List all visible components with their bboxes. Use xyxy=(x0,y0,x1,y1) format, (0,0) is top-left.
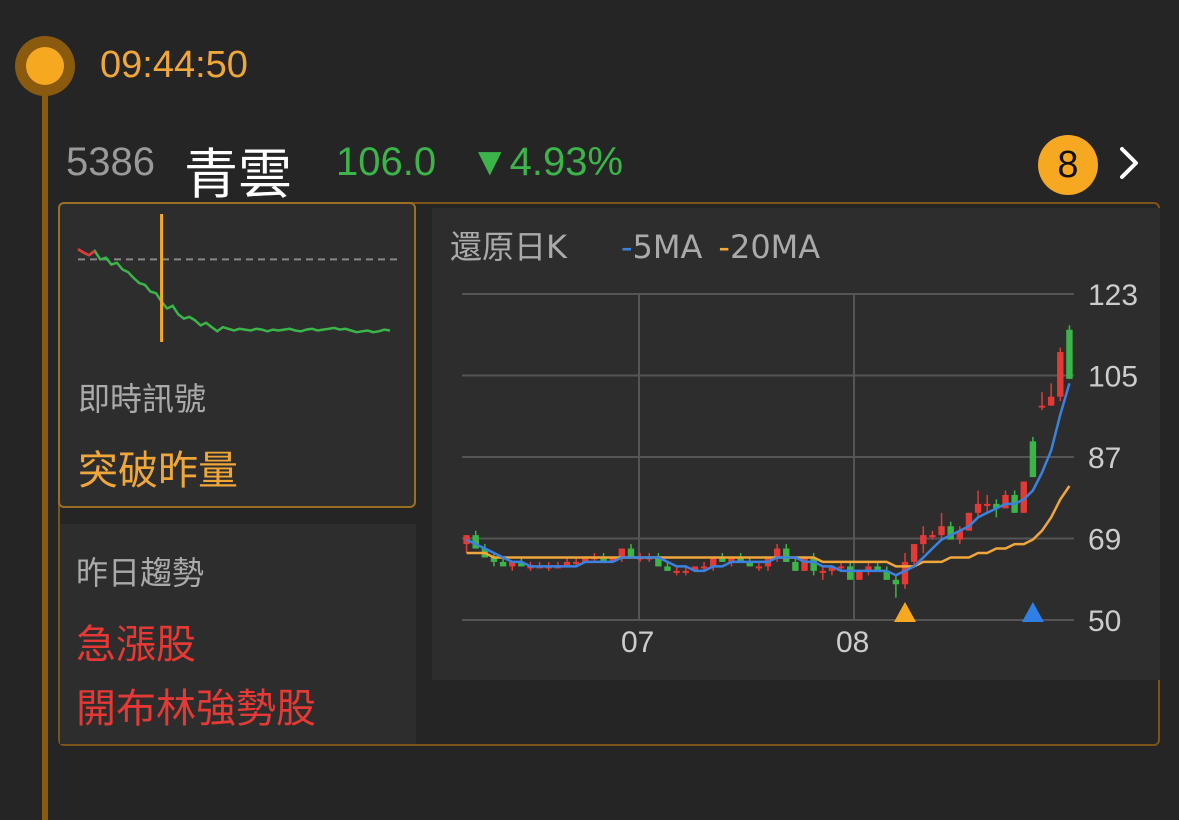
y-tick-label: 50 xyxy=(1088,605,1121,638)
candle xyxy=(984,503,991,506)
candle xyxy=(974,503,982,513)
candle xyxy=(572,561,580,564)
kline-chart-panel[interactable]: 還原日K -5MA -20MA 123 105 87 69 50 07 08 xyxy=(432,208,1160,680)
candle xyxy=(783,548,790,562)
timeline-dot-inner xyxy=(26,47,64,85)
candle xyxy=(938,526,945,536)
timeline-line xyxy=(42,60,48,820)
trend-item[interactable]: 開布林強勢股 xyxy=(76,676,316,734)
candle xyxy=(755,566,763,569)
candle xyxy=(847,566,854,580)
stock-change: ▼4.93% xyxy=(470,140,624,184)
yesterday-trend-panel: 昨日趨勢 急漲股 開布林強勢股 xyxy=(60,524,416,744)
alert-count-badge[interactable]: 8 xyxy=(1038,135,1098,195)
candle xyxy=(892,579,900,585)
candle xyxy=(1066,329,1073,379)
candle xyxy=(618,548,626,558)
candle xyxy=(700,566,708,569)
candle xyxy=(709,557,717,567)
ma20-line xyxy=(466,485,1071,568)
candle xyxy=(856,570,863,580)
candle xyxy=(837,566,845,569)
candle xyxy=(1047,396,1055,406)
candle xyxy=(819,570,827,573)
signal-marker-triangle xyxy=(894,602,917,622)
signal-label: 即時訊號 xyxy=(78,380,207,418)
candle xyxy=(627,548,635,558)
stock-name: 青雲 xyxy=(184,143,292,206)
kline-chart: 123 105 87 69 50 07 08 xyxy=(462,279,1138,659)
candle xyxy=(920,535,927,545)
y-tick-label: 69 xyxy=(1088,524,1121,557)
stock-price: 106.0 xyxy=(336,140,437,184)
candle xyxy=(673,570,680,573)
intraday-line-up xyxy=(77,248,96,257)
signal-value: 突破昨量 xyxy=(78,448,238,494)
alert-time: 09:44:50 xyxy=(100,44,248,86)
trend-label: 昨日趨勢 xyxy=(76,554,205,592)
trend-item[interactable]: 急漲股 xyxy=(76,612,196,670)
candle xyxy=(1038,405,1046,408)
y-tick-label: 105 xyxy=(1088,361,1138,394)
candle xyxy=(792,561,799,571)
realtime-signal-panel[interactable]: 即時訊號 突破昨量 xyxy=(58,202,416,508)
candle xyxy=(1057,352,1064,397)
timeline-dot xyxy=(15,36,75,96)
candle xyxy=(773,548,781,558)
intraday-line xyxy=(77,248,391,334)
x-tick-label: 08 xyxy=(836,626,869,659)
y-tick-label: 123 xyxy=(1088,279,1138,312)
candle xyxy=(910,544,918,562)
y-tick-label: 87 xyxy=(1088,442,1121,475)
candle xyxy=(499,561,507,567)
ma5-line xyxy=(466,382,1071,577)
x-tick-label: 07 xyxy=(621,626,654,659)
candle xyxy=(929,535,936,538)
candle xyxy=(1029,441,1037,478)
signal-marker-triangle xyxy=(1021,602,1044,622)
chevron-right-icon[interactable] xyxy=(1114,143,1144,183)
stock-code: 5386 xyxy=(66,140,155,184)
intraday-sparkline xyxy=(77,214,402,342)
candle xyxy=(664,566,671,571)
candle xyxy=(682,570,689,573)
